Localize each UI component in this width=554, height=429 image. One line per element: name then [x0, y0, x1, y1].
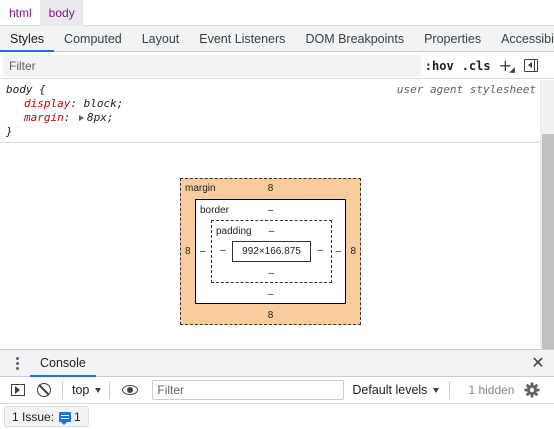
property-name[interactable]: display	[24, 97, 70, 110]
border-right-value[interactable]: –	[335, 246, 341, 257]
issues-bar: 1 Issue: 1	[0, 404, 554, 429]
close-icon[interactable]: ✕	[528, 353, 548, 373]
toggle-computed-sidebar-icon[interactable]	[524, 59, 538, 72]
margin-left-value[interactable]: 8	[185, 246, 191, 257]
context-selector[interactable]: top	[72, 383, 102, 397]
margin-top-value[interactable]: 8	[181, 183, 360, 194]
class-toggle-button[interactable]: .cls	[458, 55, 495, 77]
context-selector-label: top	[72, 383, 90, 397]
sidebar-tabs: Styles Computed Layout Event Listeners D…	[0, 26, 554, 52]
toolbar-divider	[109, 381, 111, 399]
box-model-border[interactable]: border – – – – padding – – – – 992×166.8…	[195, 199, 346, 304]
box-model-margin[interactable]: margin 8 8 8 8 border – – – – padding – …	[180, 178, 361, 325]
scrollbar-thumb[interactable]	[542, 134, 554, 349]
tab-accessibility[interactable]: Accessibility	[491, 26, 554, 51]
property-name[interactable]: margin	[24, 111, 64, 124]
drawer-header: Console ✕	[0, 349, 554, 377]
declaration-display[interactable]: display: block;	[6, 97, 540, 111]
styles-pane: body { user agent stylesheet display: bl…	[0, 80, 540, 349]
message-icon	[59, 411, 72, 425]
hover-state-button[interactable]: :hov	[421, 55, 458, 77]
issues-counter-button[interactable]: 1 Issue: 1	[4, 406, 89, 427]
breadcrumb-html[interactable]: html	[0, 0, 40, 26]
border-bottom-value[interactable]: –	[196, 289, 345, 300]
hidden-messages-count: 1 hidden	[449, 381, 514, 399]
clear-console-icon[interactable]	[34, 380, 54, 400]
box-model-padding[interactable]: padding – – – – 992×166.875	[211, 220, 332, 283]
console-toolbar: top Default levels 1 hidden	[0, 377, 554, 404]
expand-triangle-icon[interactable]	[79, 115, 84, 121]
styles-scrollbar[interactable]	[540, 80, 554, 349]
breadcrumb-body[interactable]: body	[39, 0, 83, 26]
rule-source: user agent stylesheet	[396, 83, 536, 96]
issues-count: 1	[74, 409, 81, 424]
chevron-down-icon	[433, 387, 440, 393]
margin-right-value[interactable]: 8	[350, 246, 356, 257]
tab-dom-breakpoints[interactable]: DOM Breakpoints	[295, 26, 414, 51]
style-rule: body { user agent stylesheet display: bl…	[0, 80, 540, 143]
tab-styles[interactable]: Styles	[0, 26, 55, 52]
padding-top-value[interactable]: –	[212, 226, 331, 237]
property-value[interactable]: 8px;	[87, 111, 114, 124]
padding-left-value[interactable]: –	[220, 245, 226, 256]
border-left-value[interactable]: –	[200, 246, 206, 257]
live-expression-eye-icon[interactable]	[120, 380, 140, 400]
styles-filter-input[interactable]	[3, 54, 421, 77]
margin-bottom-value[interactable]: 8	[181, 310, 360, 321]
issues-label: 1 Issue:	[12, 409, 55, 424]
log-levels-dropdown[interactable]: Default levels	[352, 383, 440, 397]
toolbar-divider	[62, 381, 63, 399]
tab-console[interactable]: Console	[30, 350, 96, 377]
log-levels-label: Default levels	[352, 383, 428, 397]
rule-close-brace: }	[6, 125, 13, 138]
box-model-content[interactable]: 992×166.875	[232, 241, 311, 262]
tab-computed[interactable]: Computed	[54, 26, 132, 51]
tab-properties[interactable]: Properties	[414, 26, 491, 51]
console-filter-input[interactable]	[152, 380, 345, 400]
chevron-down-icon	[95, 387, 102, 393]
border-top-value[interactable]: –	[196, 205, 345, 216]
new-style-rule-button[interactable]: +	[495, 55, 516, 77]
declaration-margin[interactable]: margin: 8px;	[6, 111, 540, 125]
padding-right-value[interactable]: –	[317, 245, 323, 256]
styles-toolbar: :hov .cls +	[0, 53, 554, 79]
property-value[interactable]: block;	[84, 97, 124, 110]
breadcrumb: html body	[0, 0, 554, 26]
tab-event-listeners[interactable]: Event Listeners	[189, 26, 295, 51]
more-tools-icon[interactable]	[16, 357, 19, 371]
show-console-sidebar-icon[interactable]	[8, 380, 28, 400]
tab-layout[interactable]: Layout	[132, 26, 190, 51]
padding-bottom-value[interactable]: –	[212, 268, 331, 279]
gear-icon[interactable]	[524, 382, 540, 398]
